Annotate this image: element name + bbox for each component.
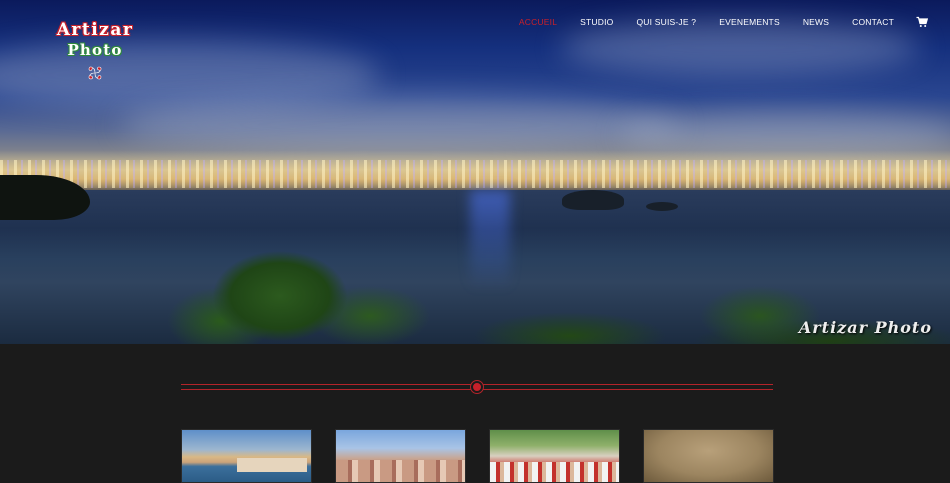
nav-item-contact[interactable]: CONTACT [852, 17, 894, 27]
city-skyline [0, 160, 950, 188]
nav-item-evenements[interactable]: EVENEMENTS [719, 17, 780, 27]
lauburu-icon [88, 66, 102, 80]
rock [646, 202, 678, 211]
section-divider [181, 381, 773, 393]
nav-item-studio[interactable]: STUDIO [580, 17, 613, 27]
nav-item-qui-suis-je[interactable]: QUI SUIS-JE ? [636, 17, 696, 27]
rock [562, 190, 624, 210]
divider-dot [471, 381, 483, 393]
gallery-thumbnail-street[interactable] [335, 429, 466, 483]
gallery-thumbnail-coast[interactable] [181, 429, 312, 483]
main-nav: ACCUEIL STUDIO QUI SUIS-JE ? EVENEMENTS … [496, 0, 928, 44]
logo-title: Artizar [56, 20, 134, 40]
nav-item-accueil[interactable]: ACCUEIL [519, 17, 557, 27]
logo-subtitle: Photo [67, 41, 123, 59]
gallery-thumbnail-texture[interactable] [643, 429, 774, 483]
cart-icon[interactable] [916, 16, 928, 28]
site-logo[interactable]: Artizar Photo [40, 20, 150, 92]
nav-item-news[interactable]: NEWS [803, 17, 829, 27]
gallery-thumbnail-event[interactable] [489, 429, 620, 483]
hero-watermark: Artizar Photo [798, 318, 932, 337]
